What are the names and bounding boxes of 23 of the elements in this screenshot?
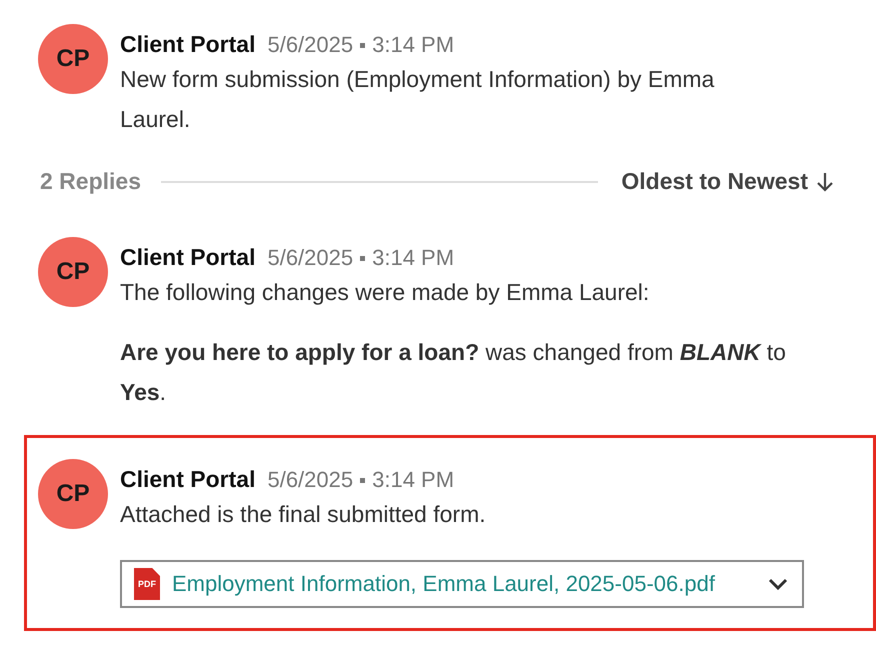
- message-text: The following changes were made by Emma Laurel:: [120, 278, 650, 307]
- avatar: CP: [38, 237, 108, 307]
- message-text: New form submission (Employment Information) by Emma Laurel.: [120, 65, 716, 134]
- message-time: 3:14 PM: [372, 466, 454, 494]
- arrow-down-icon: [816, 172, 834, 192]
- avatar: CP: [38, 459, 108, 529]
- message-text: Attached is the final submitted form.: [120, 500, 487, 529]
- message-date: 5/6/2025: [267, 244, 354, 272]
- replies-count: 2 Replies: [40, 168, 141, 195]
- message-date: 5/6/2025: [267, 31, 354, 59]
- message-time: 3:14 PM: [372, 244, 454, 272]
- message-text: Are you here to apply for a loan? was changed from BLANK to Yes.: [120, 338, 787, 407]
- chevron-down-icon[interactable]: [768, 578, 788, 590]
- pdf-file-icon: PDF: [134, 568, 160, 600]
- message-date: 5/6/2025: [267, 466, 354, 494]
- avatar: CP: [38, 24, 108, 94]
- sort-button[interactable]: Oldest to Newest: [621, 168, 834, 195]
- attachment-link[interactable]: Employment Information, Emma Laurel, 2025-05-06.pdf: [172, 571, 756, 597]
- attachment-chip[interactable]: PDF Employment Information, Emma Laurel, 2025-05-06.pdf: [120, 560, 804, 608]
- message-time: 3:14 PM: [372, 31, 454, 59]
- author-name: Client Portal: [120, 243, 256, 271]
- author-name: Client Portal: [120, 30, 256, 58]
- author-name: Client Portal: [120, 465, 256, 493]
